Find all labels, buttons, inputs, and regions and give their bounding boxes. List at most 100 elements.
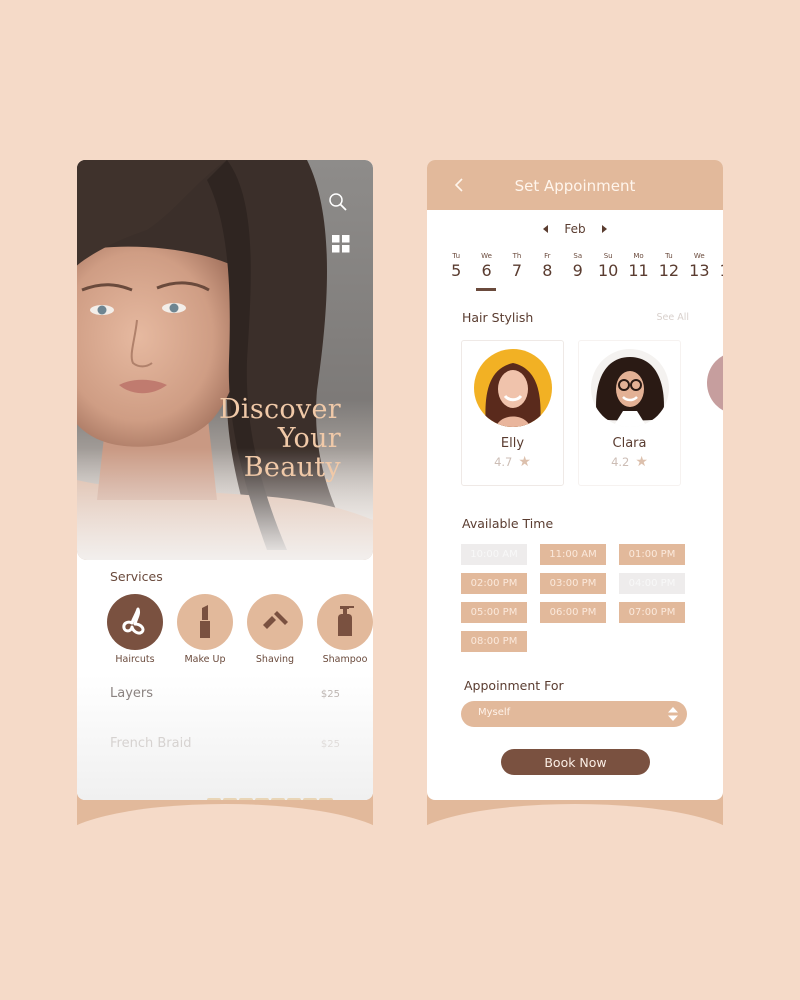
weekday: Mo bbox=[633, 252, 644, 260]
date-item[interactable]: Th14 bbox=[715, 252, 723, 280]
day-number: 6 bbox=[481, 261, 492, 280]
stylist-card[interactable]: Clara 4.2 ★ bbox=[578, 340, 681, 486]
portrait-image bbox=[77, 160, 373, 560]
date-item[interactable]: Tu 5 bbox=[441, 252, 471, 280]
avatar bbox=[590, 349, 669, 427]
day-number: 10 bbox=[597, 261, 619, 280]
weekday: Fr bbox=[544, 252, 551, 260]
date-item[interactable]: Fr 8 bbox=[532, 252, 562, 280]
rating-value: 4.2 bbox=[611, 455, 630, 469]
service-shaving[interactable]: Shaving bbox=[247, 594, 303, 665]
services-heading: Services bbox=[110, 569, 163, 584]
selected-value: Myself bbox=[478, 707, 511, 718]
grid-icon[interactable] bbox=[332, 235, 350, 257]
search-icon[interactable] bbox=[328, 192, 348, 216]
time-slot-grid: 10:00 AM 11:00 AM 01:00 PM 02:00 PM 03:0… bbox=[461, 544, 685, 652]
date-item-selected[interactable]: We 6 bbox=[471, 252, 501, 291]
stylist-card-peek[interactable] bbox=[707, 352, 723, 414]
stylist-name: Clara bbox=[612, 436, 647, 451]
weekday: We bbox=[693, 252, 705, 260]
razor-icon bbox=[247, 594, 303, 650]
weekday: Su bbox=[603, 252, 613, 260]
services-list: Haircuts Make Up Shaving Shampoo bbox=[107, 594, 373, 665]
stylist-rating: 4.7 ★ bbox=[494, 454, 531, 470]
day-number: 5 bbox=[451, 261, 462, 280]
service-label: Haircuts bbox=[115, 654, 155, 665]
next-month-icon[interactable] bbox=[601, 225, 607, 233]
book-now-button[interactable]: Book Now bbox=[501, 749, 650, 775]
scissors-icon bbox=[107, 594, 163, 650]
time-slot-unavailable: 10:00 AM bbox=[461, 544, 527, 565]
month-navigator: Feb bbox=[427, 222, 723, 236]
shampoo-bottle-icon bbox=[317, 594, 373, 650]
day-number: 9 bbox=[572, 261, 583, 280]
set-appointment-screen: Set Appoinment Feb Tu 5 We 6 Th 7 Fr 8 Sa 9 S… bbox=[427, 160, 723, 800]
time-slot[interactable]: 07:00 PM bbox=[619, 602, 685, 623]
day-number: 7 bbox=[511, 261, 523, 280]
appointment-for-select[interactable]: Myself bbox=[461, 701, 687, 727]
weekday: Th bbox=[715, 252, 723, 260]
service-option-price: $25 bbox=[320, 689, 340, 700]
previous-month-icon[interactable] bbox=[543, 225, 549, 233]
available-time-heading: Available Time bbox=[462, 516, 554, 531]
time-slot[interactable]: 01:00 PM bbox=[619, 544, 685, 565]
hero-title-line: Your bbox=[277, 423, 341, 454]
stylist-carousel: Elly 4.7 ★ Clara 4.2 ★ bbox=[461, 340, 681, 486]
time-slot[interactable]: 06:00 PM bbox=[540, 602, 606, 623]
day-number: 13 bbox=[689, 261, 710, 280]
date-item[interactable]: Sa 9 bbox=[563, 252, 593, 280]
service-option[interactable]: Layers $25 bbox=[110, 686, 340, 701]
date-item[interactable]: Su 10 bbox=[593, 252, 623, 280]
time-slot-unavailable: 04:00 PM bbox=[619, 573, 685, 594]
weekday: Tu bbox=[452, 252, 461, 260]
avatar bbox=[473, 349, 552, 427]
select-arrows-icon bbox=[668, 707, 678, 721]
time-slot[interactable]: 03:00 PM bbox=[540, 573, 606, 594]
date-item[interactable]: Tu 12 bbox=[654, 252, 684, 280]
weekday: Tu bbox=[665, 252, 673, 260]
page-title: Set Appoinment bbox=[514, 177, 636, 195]
hero-title-line: Beauty bbox=[243, 452, 341, 483]
service-haircuts[interactable]: Haircuts bbox=[107, 594, 163, 665]
stylist-card[interactable]: Elly 4.7 ★ bbox=[461, 340, 564, 486]
service-option[interactable]: French Braid $25 bbox=[110, 736, 340, 751]
time-slot[interactable]: 02:00 PM bbox=[461, 573, 527, 594]
service-label: Shampoo bbox=[322, 654, 368, 665]
service-option-name: French Braid bbox=[110, 736, 192, 751]
service-label: Make Up bbox=[184, 654, 226, 665]
service-label: Shaving bbox=[255, 654, 295, 665]
stylists-heading: Hair Stylish bbox=[462, 310, 534, 325]
day-number: 8 bbox=[542, 261, 553, 280]
hero-title: Discover Your Beauty bbox=[219, 395, 341, 482]
time-slot[interactable]: 08:00 PM bbox=[461, 631, 527, 652]
service-options-list: Layers $25 French Braid $25 bbox=[77, 675, 373, 800]
service-option-price: $25 bbox=[320, 739, 340, 750]
day-number: 12 bbox=[658, 261, 680, 280]
weekday: Th bbox=[512, 252, 522, 260]
service-make-up[interactable]: Make Up bbox=[177, 594, 233, 665]
see-all-link[interactable]: See All bbox=[656, 312, 689, 323]
service-option-name: Layers bbox=[110, 686, 154, 701]
rating-value: 4.7 bbox=[494, 455, 513, 469]
star-icon: ★ bbox=[635, 454, 648, 470]
date-item[interactable]: Th 7 bbox=[502, 252, 532, 280]
date-item[interactable]: We 13 bbox=[684, 252, 714, 280]
app-header: Set Appoinment bbox=[427, 160, 723, 210]
date-item[interactable]: Mo 11 bbox=[623, 252, 653, 280]
service-shampoo[interactable]: Shampoo bbox=[317, 594, 373, 665]
discover-screen: Discover Your Beauty Services Haircuts M… bbox=[77, 160, 373, 800]
star-icon: ★ bbox=[518, 454, 531, 470]
stylist-rating: 4.2 ★ bbox=[611, 454, 648, 470]
day-number: 11 bbox=[628, 261, 649, 280]
time-slot[interactable]: 05:00 PM bbox=[461, 602, 527, 623]
current-month: Feb bbox=[564, 222, 586, 236]
date-strip: Tu 5 We 6 Th 7 Fr 8 Sa 9 Su 10 Mo 11 Tu 12 We 13 … bbox=[441, 252, 723, 291]
day-number: 14 bbox=[715, 261, 723, 280]
hero-banner: Discover Your Beauty bbox=[77, 160, 373, 560]
time-slot[interactable]: 11:00 AM bbox=[540, 544, 606, 565]
appointment-for-heading: Appoinment For bbox=[464, 678, 564, 693]
stylist-name: Elly bbox=[500, 436, 525, 451]
hero-title-line: Discover bbox=[218, 394, 341, 425]
page-indicator bbox=[207, 798, 333, 800]
weekday: We bbox=[481, 252, 492, 260]
